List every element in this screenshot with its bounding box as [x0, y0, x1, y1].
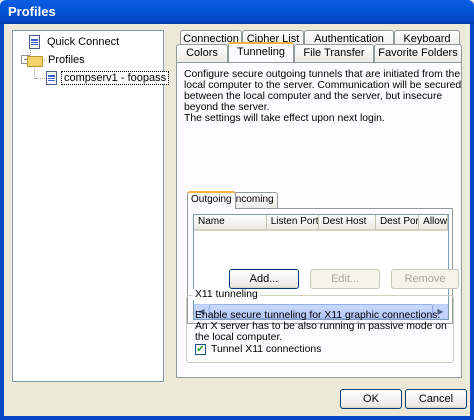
tab-file-transfer[interactable]: File Transfer: [294, 44, 374, 62]
edit-button[interactable]: Edit...: [310, 269, 380, 289]
window-frame-bottom: [0, 416, 474, 420]
tree-item-label: Profiles: [48, 54, 85, 66]
tunneling-description-text: Configure secure outgoing tunnels that a…: [184, 69, 462, 113]
x11-description: Enable secure tunneling for X11 graphic …: [195, 310, 447, 343]
tunnel-x11-checkbox-row[interactable]: ✔ Tunnel X11 connections: [195, 344, 321, 355]
x11-legend: X11 tunneling: [193, 289, 260, 300]
window-title: Profiles: [8, 4, 56, 19]
tunnel-x11-label: Tunnel X11 connections: [211, 344, 322, 355]
cancel-button[interactable]: Cancel: [405, 389, 467, 409]
x11-groupbox: X11 tunneling Enable secure tunneling fo…: [186, 289, 454, 363]
remove-button[interactable]: Remove: [391, 269, 459, 289]
tab-incoming[interactable]: Incoming: [229, 192, 278, 208]
ok-button[interactable]: OK: [340, 389, 402, 409]
tunneling-panel: Configure secure outgoing tunnels that a…: [176, 62, 462, 378]
window-frame-left: [0, 24, 4, 420]
window-frame-right: [470, 24, 474, 420]
title-bar[interactable]: Profiles: [0, 0, 474, 24]
column-header-dest-port[interactable]: Dest Port: [376, 215, 420, 229]
profile-tree[interactable]: Quick Connect - Profiles compserv1 - foo…: [12, 30, 170, 382]
tab-row-bottom: Colors Tunneling File Transfer Favorite …: [176, 42, 462, 62]
column-header-listen-port[interactable]: Listen Port: [267, 215, 319, 229]
document-icon: [29, 35, 40, 49]
tree-item-label: compserv1 - foopass: [60, 71, 170, 85]
tunnel-x11-checkbox[interactable]: ✔: [195, 344, 206, 355]
column-header-allow[interactable]: Allow: [419, 215, 448, 229]
tunneling-description: Configure secure outgoing tunnels that a…: [184, 69, 462, 124]
tab-favorite-folders[interactable]: Favorite Folders: [374, 44, 462, 62]
add-button[interactable]: Add...: [229, 269, 299, 289]
tree-item-profiles[interactable]: Profiles: [27, 52, 87, 68]
tunneling-note: The settings will take effect upon next …: [184, 113, 385, 124]
tree-item-quick-connect[interactable]: Quick Connect: [27, 34, 121, 50]
column-header-dest-host[interactable]: Dest Host: [319, 215, 376, 229]
tab-colors[interactable]: Colors: [176, 44, 228, 62]
folder-icon: [27, 56, 43, 67]
tab-outgoing[interactable]: Outgoing: [187, 191, 236, 209]
tree-item-profile[interactable]: compserv1 - foopass: [44, 70, 170, 86]
column-header-name[interactable]: Name: [194, 215, 267, 229]
tree-item-label: Quick Connect: [47, 36, 120, 48]
list-header: Name Listen Port Dest Host Dest Port All…: [194, 215, 448, 231]
tab-tunneling[interactable]: Tunneling: [228, 42, 294, 62]
document-icon: [46, 71, 57, 85]
